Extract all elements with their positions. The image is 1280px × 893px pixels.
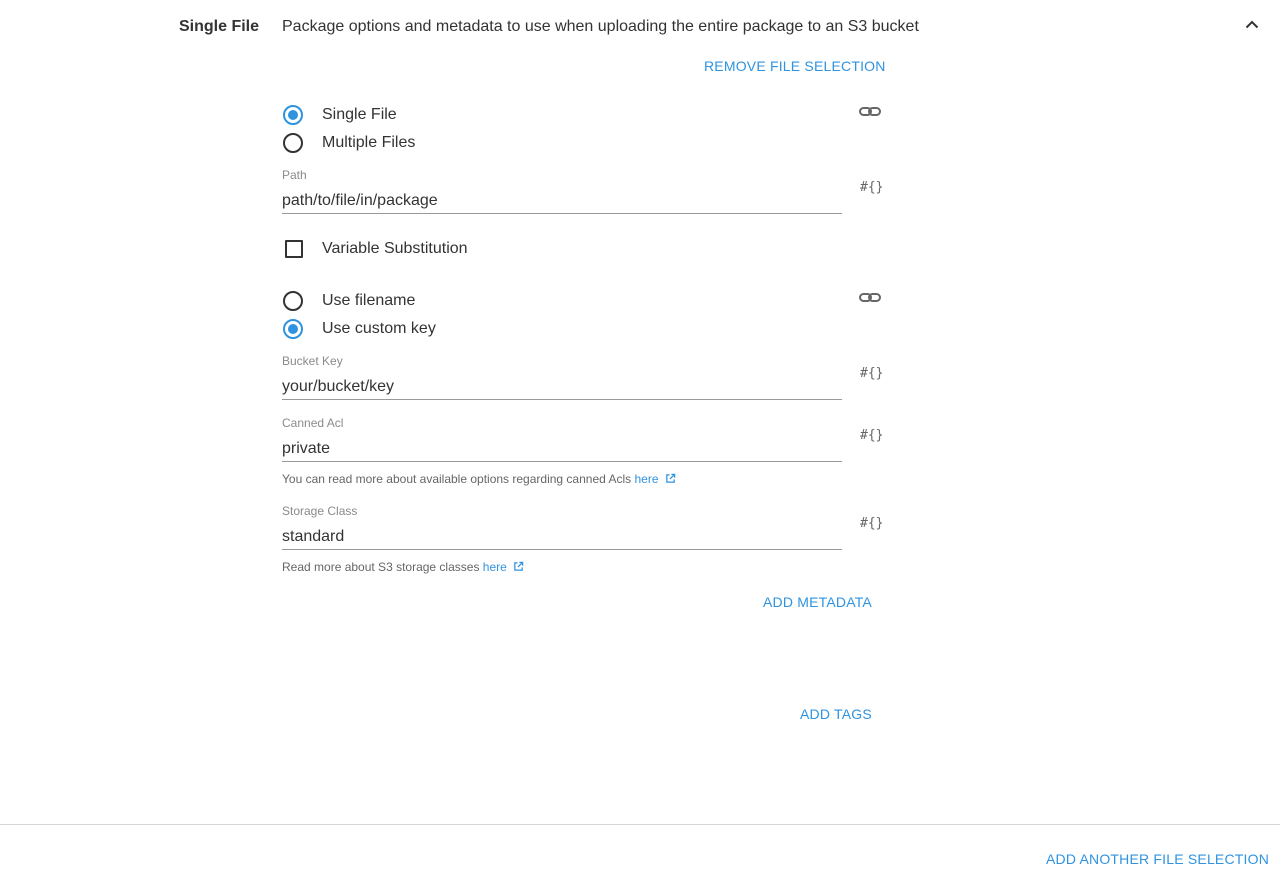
- radio-label: Use filename: [322, 292, 416, 309]
- radio-checked-icon[interactable]: [283, 105, 303, 125]
- radio-label: Use custom key: [322, 320, 436, 337]
- radio-single-file[interactable]: Single File: [283, 104, 397, 126]
- add-tags-button[interactable]: ADD TAGS: [800, 705, 872, 723]
- remove-file-selection-button[interactable]: REMOVE FILE SELECTION: [704, 57, 886, 75]
- storage-class-input[interactable]: [282, 524, 842, 550]
- add-metadata-button[interactable]: ADD METADATA: [763, 593, 872, 611]
- add-another-file-selection-button[interactable]: ADD ANOTHER FILE SELECTION: [1046, 850, 1269, 868]
- storage-class-docs-link[interactable]: here: [483, 560, 524, 574]
- external-link-icon[interactable]: [665, 473, 676, 484]
- radio-multiple-files[interactable]: Multiple Files: [283, 132, 415, 154]
- checkbox-unchecked-icon[interactable]: [285, 240, 303, 258]
- path-input[interactable]: [282, 188, 842, 214]
- link-icon[interactable]: [859, 291, 881, 305]
- storage-class-label: Storage Class: [282, 504, 358, 518]
- chevron-up-icon[interactable]: [1242, 15, 1262, 35]
- variable-binding-icon[interactable]: #{}: [860, 366, 883, 382]
- storage-class-hint: Read more about S3 storage classes here: [282, 560, 524, 574]
- variable-binding-icon[interactable]: #{}: [860, 428, 883, 444]
- variable-binding-icon[interactable]: #{}: [860, 180, 883, 196]
- path-label: Path: [282, 168, 307, 182]
- link-text[interactable]: here: [634, 472, 658, 486]
- section-description: Package options and metadata to use when…: [282, 18, 919, 35]
- section-title: Single File: [179, 18, 260, 35]
- radio-checked-icon[interactable]: [283, 319, 303, 339]
- canned-acl-docs-link[interactable]: here: [634, 472, 676, 486]
- section-divider: [0, 824, 1280, 825]
- bucket-key-label: Bucket Key: [282, 354, 343, 368]
- link-icon[interactable]: [859, 105, 881, 119]
- external-link-icon[interactable]: [513, 561, 524, 572]
- radio-use-custom-key[interactable]: Use custom key: [283, 318, 436, 340]
- checkbox-label: Variable Substitution: [322, 240, 468, 257]
- variable-substitution-checkbox[interactable]: Variable Substitution: [285, 238, 468, 260]
- hint-text: Read more about S3 storage classes: [282, 560, 483, 574]
- bucket-key-input[interactable]: [282, 374, 842, 400]
- hint-text: You can read more about available option…: [282, 472, 635, 486]
- radio-unchecked-icon[interactable]: [283, 133, 303, 153]
- radio-label: Multiple Files: [322, 134, 416, 151]
- radio-unchecked-icon[interactable]: [283, 291, 303, 311]
- variable-binding-icon[interactable]: #{}: [860, 516, 883, 532]
- canned-acl-hint: You can read more about available option…: [282, 472, 676, 486]
- radio-use-filename[interactable]: Use filename: [283, 290, 415, 312]
- link-text[interactable]: here: [483, 560, 507, 574]
- radio-label: Single File: [322, 106, 397, 123]
- canned-acl-label: Canned Acl: [282, 416, 344, 430]
- canned-acl-input[interactable]: [282, 436, 842, 462]
